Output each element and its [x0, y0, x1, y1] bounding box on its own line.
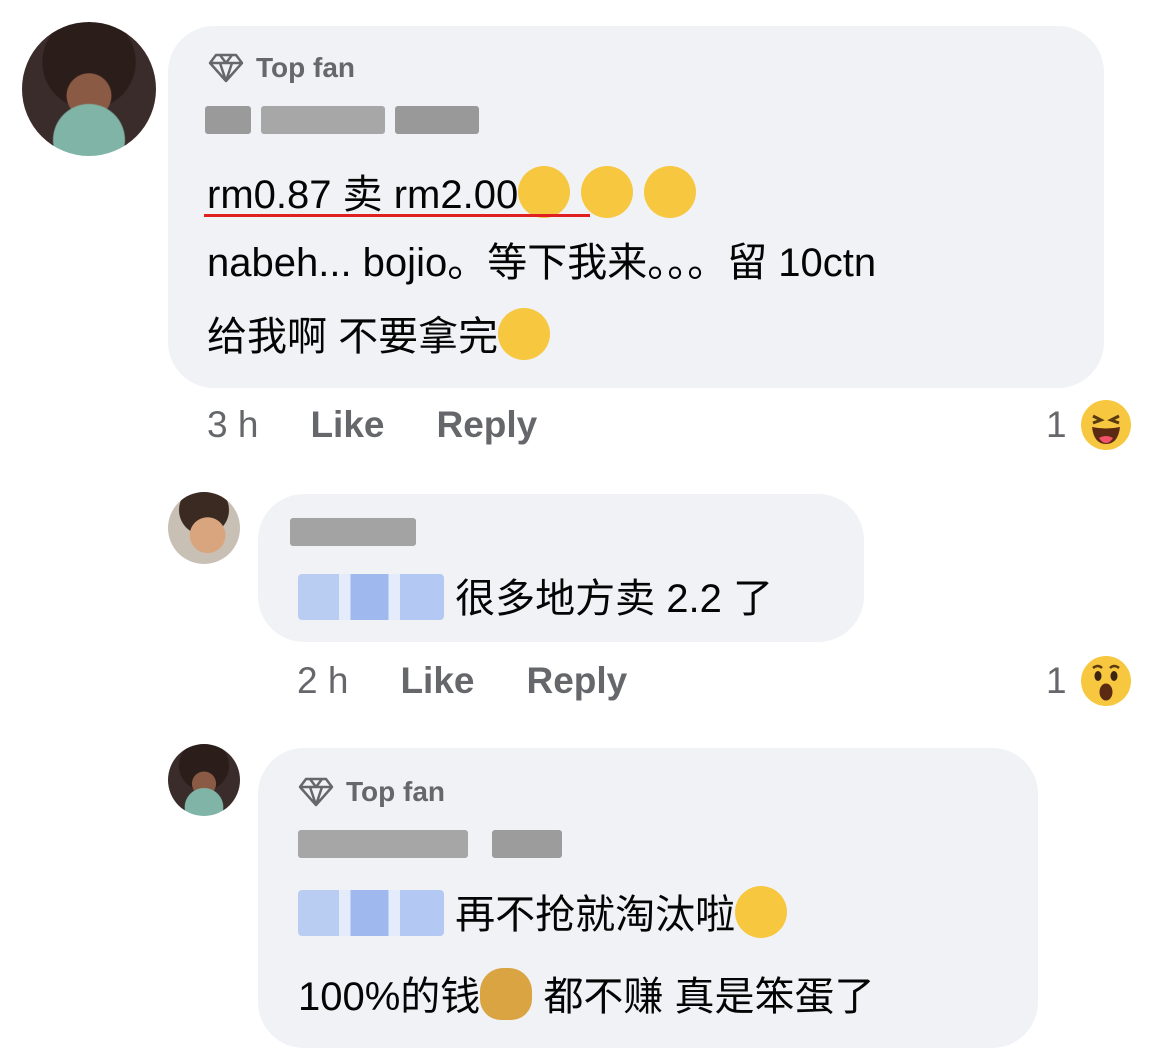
author-name[interactable]: [290, 518, 416, 546]
top-fan-badge: Top fan: [208, 52, 355, 84]
like-button[interactable]: Like: [400, 660, 474, 702]
author-name[interactable]: [298, 830, 562, 858]
reaction-summary[interactable]: 1: [1046, 400, 1131, 450]
comment-text: 很多地方卖 2.2 了: [455, 577, 773, 621]
spellcheck-underline: [204, 214, 590, 217]
comment-line-3-wrap: 给我啊 不要拿完: [207, 306, 551, 368]
comment-line-2a: 100%的钱: [298, 975, 481, 1019]
top-fan-label: Top fan: [346, 776, 446, 807]
grinning-squinting-face-icon: [735, 886, 788, 938]
thinking-face-icon: [644, 166, 697, 218]
reply-button[interactable]: Reply: [436, 404, 537, 446]
comment-line-3: 给我啊 不要拿完: [207, 315, 499, 359]
money-bag-icon: [480, 968, 533, 1020]
wow-reaction-icon: [1080, 656, 1131, 706]
comment-actions: 3 h Like Reply: [207, 404, 537, 446]
grinning-squinting-face-icon: [498, 308, 551, 360]
comment-text-wrap: 很多地方卖 2.2 了: [298, 568, 773, 630]
author-name[interactable]: [205, 106, 479, 134]
top-fan-label: Top fan: [256, 52, 356, 83]
reply-button[interactable]: Reply: [526, 660, 627, 702]
timestamp[interactable]: 3 h: [207, 404, 258, 446]
haha-reaction-icon: [1080, 400, 1131, 450]
like-button[interactable]: Like: [310, 404, 384, 446]
diamond-icon: [298, 777, 334, 807]
comment-line-2-wrap: 100%的钱 都不赚 真是笨蛋了: [298, 966, 875, 1028]
comment-line-1: 再不抢就淘汰啦: [455, 893, 736, 937]
mention-tag[interactable]: [298, 574, 444, 620]
thinking-face-icon: [518, 166, 571, 218]
timestamp[interactable]: 2 h: [297, 660, 348, 702]
comment-line-1-wrap: 再不抢就淘汰啦: [298, 884, 788, 946]
top-fan-badge: Top fan: [298, 776, 445, 808]
comment-line-2: nabeh... bojio。等下我来。。。留 10ctn: [207, 241, 877, 285]
comment-line-2b: 都不赚 真是笨蛋了: [543, 975, 875, 1019]
avatar[interactable]: [22, 22, 156, 156]
mention-tag[interactable]: [298, 890, 444, 936]
avatar[interactable]: [168, 492, 240, 564]
comment-line-1: rm0.87 卖 rm2.00: [207, 173, 519, 217]
avatar[interactable]: [168, 744, 240, 816]
reaction-summary[interactable]: 1: [1046, 656, 1131, 706]
comment-actions: 2 h Like Reply: [297, 660, 627, 702]
diamond-icon: [208, 53, 244, 83]
thinking-face-icon: [581, 166, 634, 218]
reaction-count: 1: [1046, 660, 1067, 701]
reaction-count: 1: [1046, 404, 1067, 445]
